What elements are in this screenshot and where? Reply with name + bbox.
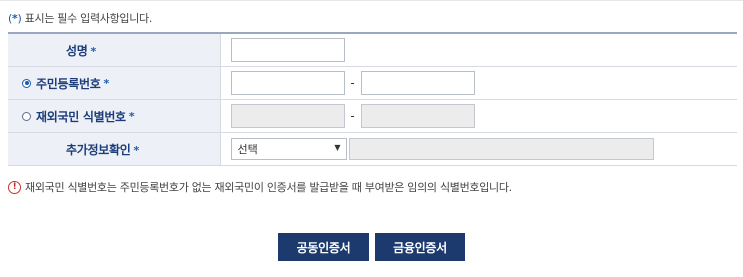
field-cell-rrn: - [220,66,737,100]
dash-separator: - [350,109,355,123]
joint-cert-button[interactable]: 공동인증서 [278,233,369,261]
field-cell-extra-info: 선택 ▼ [220,132,737,166]
foreign-id-front-input [230,104,345,128]
dash-separator: - [350,76,355,90]
info-message: ! 재외국민 식별번호는 주민등록번호가 없는 재외국민이 인증서를 발급받을 … [8,179,512,195]
label-extra-info: 추가정보확인 [66,142,131,157]
required-star: * [103,76,109,90]
required-notice: (*) 표시는 필수 입력사항입니다. [8,10,152,26]
extra-info-select[interactable]: 선택 ▼ [230,138,347,160]
financial-cert-button[interactable]: 금융인증서 [375,233,465,261]
top-divider [0,0,743,1]
extra-info-selected: 선택 [237,143,258,156]
field-cell-name [220,33,737,67]
rrn-front-input[interactable] [230,71,345,95]
dropdown-arrow-icon: ▼ [334,143,341,152]
label-foreign-id: 재외국민 식별번호 [36,109,126,124]
row-foreign-id: 재외국민 식별번호 * - [8,99,737,133]
foreign-id-back-input [360,104,475,128]
row-name: 성명 * [8,33,737,67]
row-extra-info: 추가정보확인 * 선택 ▼ [8,132,737,166]
extra-info-input [348,138,654,160]
notice-text: 표시는 필수 입력사항입니다. [21,12,153,25]
foreign-id-radio[interactable] [22,111,31,121]
required-star: * [90,44,96,58]
label-cell-foreign-id: 재외국민 식별번호 * [8,99,221,133]
label-name: 성명 [66,43,88,58]
rrn-radio[interactable] [22,78,31,88]
label-rrn: 주민등록번호 [36,76,101,91]
name-input[interactable] [230,38,345,62]
required-star: * [133,143,139,157]
warning-icon: ! [8,180,21,194]
field-cell-foreign-id: - [220,99,737,133]
required-star: * [128,109,135,123]
rrn-back-input[interactable] [360,71,475,95]
label-cell-rrn: 주민등록번호 * [8,66,221,100]
info-text: 재외국민 식별번호는 주민등록번호가 없는 재외국민이 인증서를 발급받을 때 … [25,181,512,194]
cert-buttons: 공동인증서 금융인증서 [278,233,465,261]
label-cell-extra-info: 추가정보확인 * [8,132,221,166]
row-rrn: 주민등록번호 * - [8,66,737,100]
label-cell-name: 성명 * [8,33,221,67]
identity-form: 성명 * 주민등록번호 * - 재외국민 식별번호 * - 추가정보확인 * 선… [8,32,737,166]
